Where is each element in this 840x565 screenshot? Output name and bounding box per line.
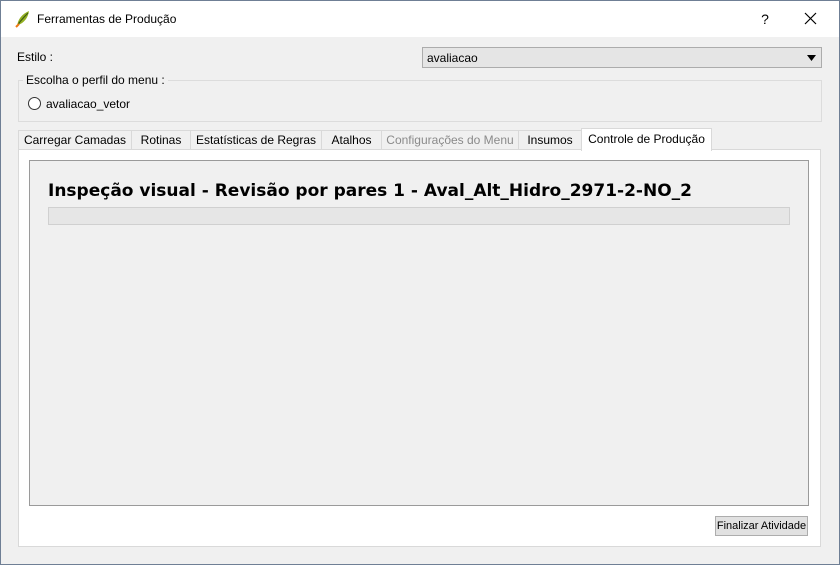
window-title: Ferramentas de Produção — [37, 12, 177, 26]
dialog-window: Ferramentas de Produção ? Estilo : avali… — [0, 0, 840, 565]
menu-profile-group: Escolha o perfil do menu : avaliacao_vet… — [18, 73, 822, 122]
production-control-panel: Inspeção visual - Revisão por pares 1 - … — [18, 149, 821, 547]
tab-rotinas[interactable]: Rotinas — [131, 130, 191, 150]
tab-controle-de-producao[interactable]: Controle de Produção — [581, 128, 712, 151]
style-select-value: avaliacao — [427, 51, 478, 65]
profile-radio-label[interactable]: avaliacao_vetor — [46, 97, 130, 111]
activity-frame: Inspeção visual - Revisão por pares 1 - … — [29, 160, 809, 506]
title-bar[interactable]: Ferramentas de Produção ? — [1, 1, 839, 37]
tab-insumos[interactable]: Insumos — [518, 130, 582, 150]
tab-configuracoes-do-menu[interactable]: Configurações do Menu — [381, 130, 519, 150]
activity-title: Inspeção visual - Revisão por pares 1 - … — [48, 181, 692, 201]
menu-profile-legend: Escolha o perfil do menu : — [23, 73, 168, 87]
help-button[interactable]: ? — [745, 3, 785, 35]
profile-radio-avaliacao-vetor[interactable] — [28, 97, 41, 110]
tab-estatisticas-de-regras[interactable]: Estatísticas de Regras — [190, 130, 322, 150]
qgis-leaf-icon — [15, 11, 29, 28]
close-icon[interactable] — [791, 3, 831, 35]
tab-atalhos[interactable]: Atalhos — [321, 130, 382, 150]
finish-activity-button[interactable]: Finalizar Atividade — [715, 516, 808, 536]
style-select[interactable]: avaliacao — [422, 47, 822, 68]
tab-carregar-camadas[interactable]: Carregar Camadas — [18, 130, 132, 150]
style-label: Estilo : — [17, 50, 54, 64]
activity-progress-bar — [48, 207, 790, 225]
chevron-down-icon — [807, 55, 816, 61]
